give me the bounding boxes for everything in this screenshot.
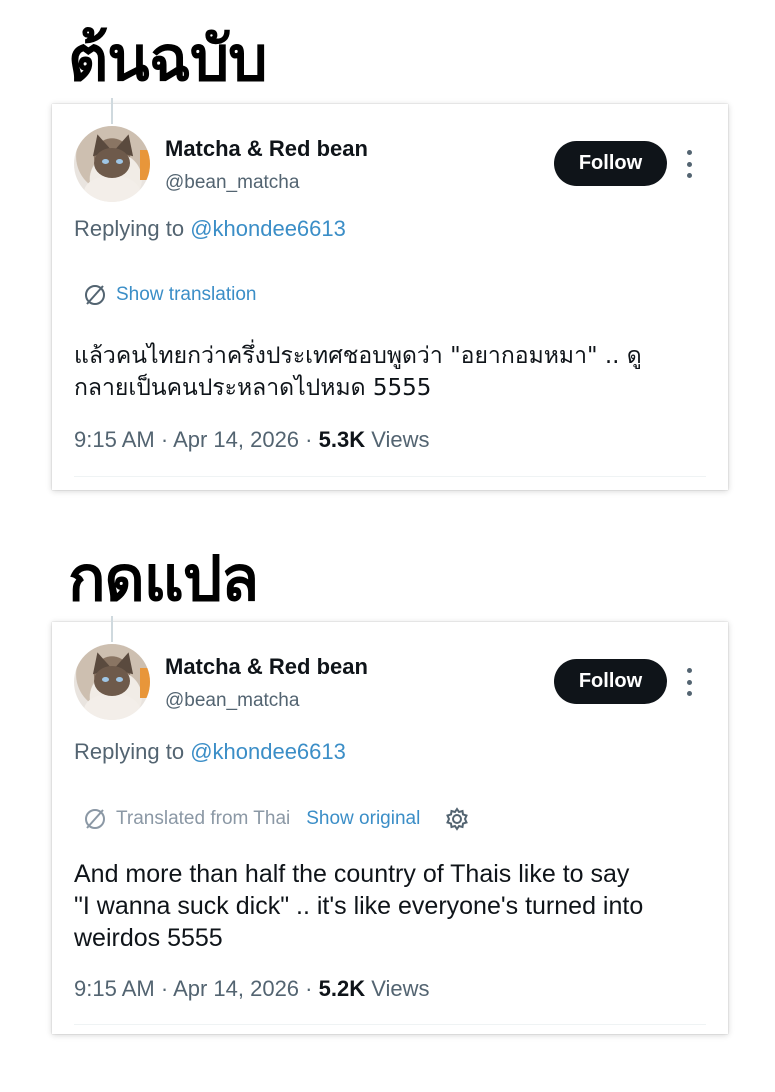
user-handle[interactable]: @bean_matcha: [165, 690, 299, 712]
gear-icon[interactable]: [444, 806, 470, 832]
thread-line: [111, 616, 113, 642]
section-label-translated: กดแปล: [68, 542, 259, 615]
divider: [74, 1024, 706, 1025]
show-translation-link[interactable]: Show translation: [116, 284, 256, 306]
views-label: Views: [371, 427, 430, 452]
tweet-card-original[interactable]: Matcha & Red bean @bean_matcha Follow Re…: [52, 98, 728, 490]
tweet-time[interactable]: 9:15 AM: [74, 976, 155, 1001]
views-count: 5.2K: [318, 976, 366, 1001]
avatar[interactable]: [74, 126, 150, 202]
tweet-text: แล้วคนไทยกว่าครึ่งประเทศชอบพูดว่า "อยากอ…: [74, 343, 642, 401]
translation-row: Translated from Thai Show original: [82, 806, 470, 832]
more-icon[interactable]: [684, 668, 694, 696]
section-label-original: ต้นฉบับ: [68, 22, 268, 95]
replying-to: Replying to @khondee6613: [74, 216, 346, 242]
more-icon[interactable]: [684, 150, 694, 178]
views-count: 5.3K: [318, 427, 366, 452]
tweet-meta: 9:15 AM · Apr 14, 2026 · 5.2K Views: [74, 976, 430, 1001]
translated-from-label: Translated from Thai: [116, 808, 291, 829]
replying-mention-link[interactable]: @khondee6613: [190, 216, 346, 241]
tweet-text: And more than half the country of Thais …: [74, 860, 644, 952]
avatar[interactable]: [74, 644, 150, 720]
replying-to: Replying to @khondee6613: [74, 739, 346, 765]
globe-icon: [85, 809, 105, 829]
tweet-meta: 9:15 AM · Apr 14, 2026 · 5.3K Views: [74, 427, 430, 452]
thread-line: [111, 98, 113, 124]
display-name[interactable]: Matcha & Red bean: [165, 654, 368, 680]
tweet-date[interactable]: Apr 14, 2026: [173, 427, 299, 452]
display-name[interactable]: Matcha & Red bean: [165, 136, 368, 162]
user-handle[interactable]: @bean_matcha: [165, 172, 299, 194]
replying-prefix: Replying to: [74, 739, 191, 764]
replying-mention-link[interactable]: @khondee6613: [190, 739, 346, 764]
follow-button[interactable]: Follow: [554, 659, 667, 704]
translation-row: Show translation: [82, 282, 256, 308]
divider: [74, 476, 706, 477]
tweet-date[interactable]: Apr 14, 2026: [173, 976, 299, 1001]
globe-icon: [85, 285, 105, 305]
follow-button[interactable]: Follow: [554, 141, 667, 186]
tweet-time[interactable]: 9:15 AM: [74, 427, 155, 452]
tweet-card-translated[interactable]: Matcha & Red bean @bean_matcha Follow Re…: [52, 616, 728, 1034]
views-label: Views: [371, 976, 430, 1001]
show-original-link[interactable]: Show original: [306, 808, 420, 830]
replying-prefix: Replying to: [74, 216, 191, 241]
